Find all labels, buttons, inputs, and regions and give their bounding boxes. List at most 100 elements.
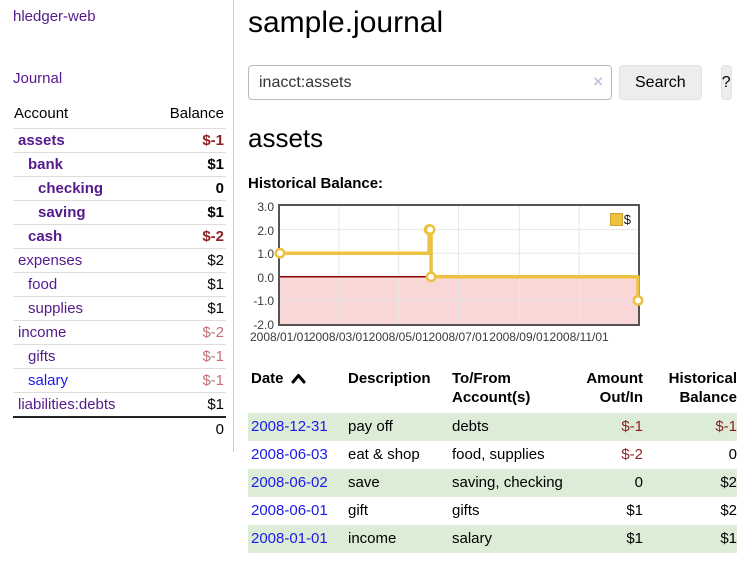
register-balance-cell: 0 [643,441,737,469]
register-amount-cell: 0 [564,469,643,497]
y-axis-tick-label: 3.0 [246,201,274,213]
accounts-header-account: Account [13,100,150,129]
register-header-description: Description [345,367,449,413]
header-label: Amount [586,370,643,387]
account-link-supplies[interactable]: supplies [28,300,83,317]
account-balance: $-2 [150,321,226,345]
account-name-cell: assets [13,129,150,153]
register-row: 2008-06-03eat & shopfood, supplies$-20 [248,441,737,469]
transaction-date-link[interactable]: 2008-06-03 [251,446,328,463]
page-title: sample.journal [248,6,728,39]
legend-swatch-icon [610,213,623,226]
account-balance: $1 [150,393,226,418]
account-name-cell: bank [13,153,150,177]
sidebar-item-journal[interactable]: Journal [13,70,62,87]
help-button[interactable]: ? [721,65,732,100]
clear-search-icon[interactable]: × [593,72,603,92]
register-description-cell: save [345,469,449,497]
search-input[interactable] [248,65,612,100]
account-row: checking 0 [13,177,226,201]
transaction-date-link[interactable]: 2008-06-01 [251,502,328,519]
sort-ascending-icon[interactable] [291,373,306,384]
header-label: Historical [669,370,737,387]
account-link-cash[interactable]: cash [28,228,62,245]
register-accounts-cell: food, supplies [449,441,564,469]
header-label: Out/In [600,389,643,406]
account-row: expenses$2 [13,249,226,273]
account-link-liabilities-debts[interactable]: liabilities:debts [18,396,116,413]
data-point-marker [427,273,435,281]
search-box: × [248,65,612,100]
account-balance: $-1 [150,345,226,369]
data-point-marker [426,225,434,233]
account-link-expenses[interactable]: expenses [18,252,82,269]
register-accounts-cell: salary [449,525,564,553]
register-accounts-cell: gifts [449,497,564,525]
x-axis-tick-label: 2008/09/01 [487,330,551,344]
y-axis-tick-label: 2.0 [246,225,274,237]
account-balance: $1 [150,201,226,225]
register-amount-cell: $1 [564,497,643,525]
register-row: 2008-12-31pay offdebts$-1$-1 [248,413,737,441]
register-date-cell: 2008-01-01 [248,525,345,553]
register-row: 2008-06-01giftgifts$1$2 [248,497,737,525]
chart-plot-area[interactable]: $ 3.02.01.00.0-1.0-2.02008/01/012008/03/… [278,204,640,326]
register-header-historical: HistoricalBalance [643,367,737,413]
account-row: bank $1 [13,153,226,177]
account-link-checking[interactable]: checking [38,180,103,197]
account-row: food$1 [13,273,226,297]
transaction-date-link[interactable]: 2008-01-01 [251,530,328,547]
account-balance: 0 [150,177,226,201]
account-name-cell: income [13,321,150,345]
register-balance-cell: $1 [643,525,737,553]
account-row: salary$-1 [13,369,226,393]
x-axis-tick-label: 2008/03/01 [307,330,371,344]
account-link-income[interactable]: income [18,324,66,341]
account-row: cash $-2 [13,225,226,249]
register-description-cell: gift [345,497,449,525]
app-title-link[interactable]: hledger-web [13,8,233,25]
account-name-cell: liabilities:debts [13,393,150,418]
register-date-cell: 2008-06-01 [248,497,345,525]
register-description-cell: eat & shop [345,441,449,469]
account-row: assets $-1 [13,129,226,153]
accounts-total-value: 0 [150,417,226,441]
account-name-cell: supplies [13,297,150,321]
account-link-food[interactable]: food [28,276,57,293]
register-balance-cell: $-1 [643,413,737,441]
search-button[interactable]: Search [619,65,702,100]
account-link-saving[interactable]: saving [38,204,86,221]
x-axis-tick-label: 2008/11/01 [547,330,611,344]
account-link-gifts[interactable]: gifts [28,348,56,365]
account-balance: $-1 [150,129,226,153]
register-header-tofrom: To/FromAccount(s) [449,367,564,413]
transaction-date-link[interactable]: 2008-06-02 [251,474,328,491]
register-header-date[interactable]: Date [248,367,345,413]
chart-title: Historical Balance: [248,175,728,192]
account-link-salary[interactable]: salary [28,372,68,389]
account-link-assets[interactable]: assets [18,132,65,149]
historical-balance-chart[interactable]: $ 3.02.01.00.0-1.0-2.02008/01/012008/03/… [248,204,728,350]
account-row: gifts $-1 [13,345,226,369]
account-balance: $-2 [150,225,226,249]
app: hledger-web Journal Account Balance asse… [0,0,742,553]
accounts-total-spacer [13,417,150,441]
accounts-total-row: 0 [13,417,226,441]
header-label: Description [348,370,431,387]
register-description-cell: income [345,525,449,553]
y-axis-tick-label: 1.0 [246,248,274,260]
account-row: liabilities:debts $1 [13,393,226,418]
y-axis-tick-label: 0.0 [246,272,274,284]
account-link-bank[interactable]: bank [28,156,63,173]
sidebar: hledger-web Journal Account Balance asse… [0,0,234,452]
transaction-date-link[interactable]: 2008-12-31 [251,418,328,435]
account-name-cell: cash [13,225,150,249]
account-name-cell: salary [13,369,150,393]
chart-legend: $ [610,212,631,227]
header-label: Date [251,370,284,387]
register-table: Date Description To/FromAccount(s) Amount Ou… [248,367,737,553]
account-row: income $-2 [13,321,226,345]
register-balance-cell: $2 [643,469,737,497]
y-axis-tick-label: -1.0 [246,295,274,307]
account-balance: $1 [150,153,226,177]
